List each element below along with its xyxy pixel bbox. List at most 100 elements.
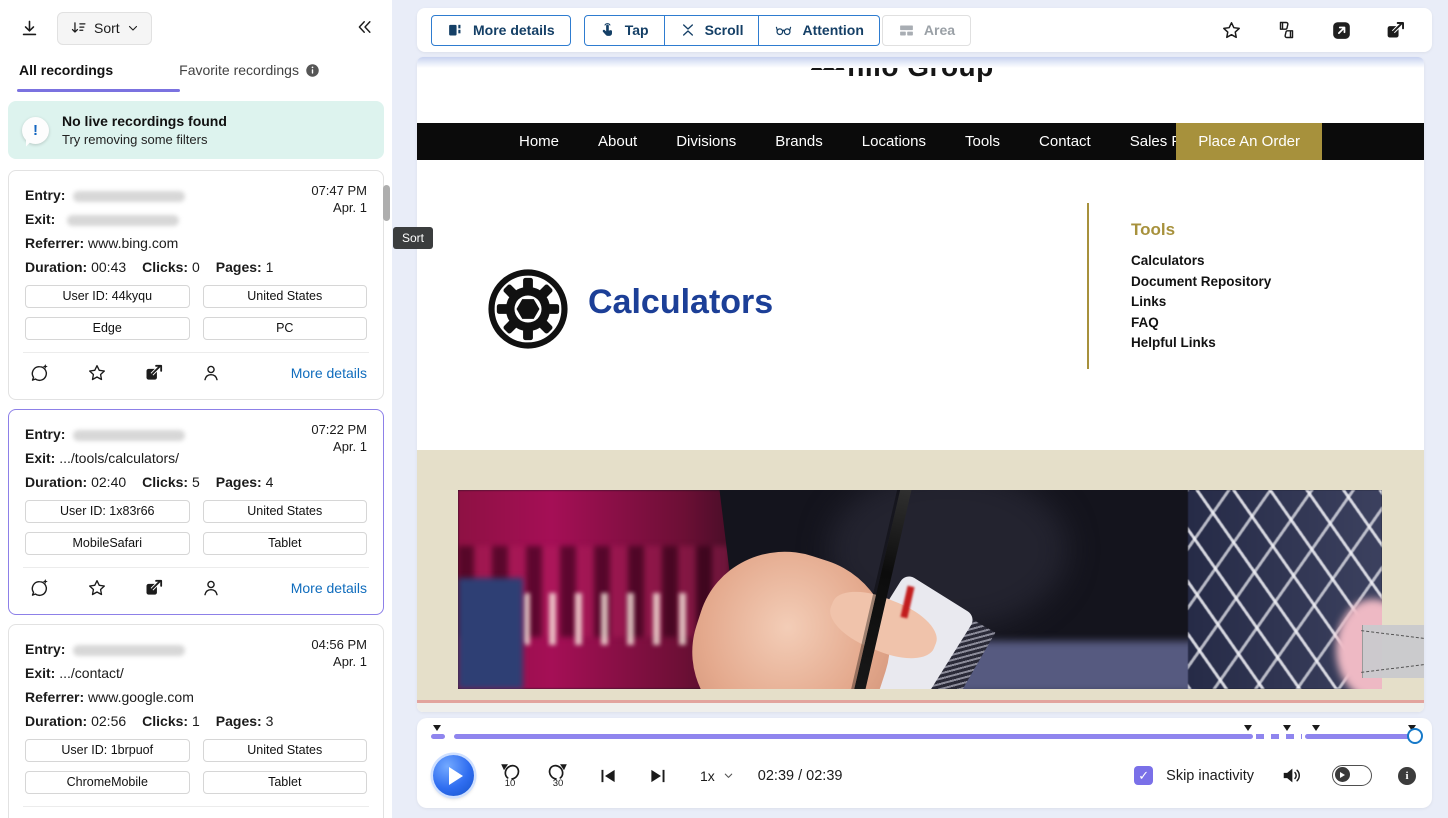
tools-menu-document-repository[interactable]: Document Repository [1131, 272, 1271, 293]
scroll-icon [680, 22, 696, 38]
no-live-recordings-alert: ! No live recordings found Try removing … [8, 101, 384, 159]
tools-menu-calculators[interactable]: Calculators [1131, 251, 1271, 272]
player-info-icon[interactable]: i [1398, 767, 1416, 785]
skip-inactivity-checkbox[interactable]: ✓ [1134, 766, 1153, 785]
rewind-10-button[interactable]: 10 [498, 763, 522, 789]
playback-bar: 10 30 1x 02:39 / 02:39 ✓ Sk [417, 718, 1432, 808]
page-footer-edge [417, 703, 1424, 712]
favorite-recording-button[interactable] [1217, 16, 1246, 45]
open-window-icon [1331, 20, 1352, 41]
pages-label: Pages: [216, 259, 262, 275]
collapse-sidebar-button[interactable] [352, 14, 378, 40]
playback-speed-dropdown[interactable]: 1x [700, 768, 734, 784]
area-label: Area [924, 22, 955, 38]
recording-card[interactable]: 07:22 PM Apr. 1 Entry: Exit: .../tools/c… [8, 409, 384, 615]
next-recording-button[interactable] [643, 763, 672, 789]
download-recordings-button[interactable] [16, 15, 43, 42]
share-button[interactable] [140, 359, 168, 387]
favorite-star-button[interactable] [83, 574, 111, 602]
clicks-label: Clicks: [142, 474, 188, 490]
recording-tags: User ID: 1x83r66United StatesMobileSafar… [25, 500, 367, 555]
share-button[interactable] [140, 813, 168, 818]
timeline-event-marker[interactable] [433, 725, 441, 731]
previous-recording-button[interactable] [594, 763, 623, 789]
clicks-label: Clicks: [142, 713, 188, 729]
tools-menu-helpful-links[interactable]: Helpful Links [1131, 333, 1271, 354]
attention-overlay-button[interactable]: Attention [759, 15, 879, 46]
forward-30-button[interactable]: 30 [546, 763, 570, 789]
recording-tag: United States [203, 739, 368, 762]
more-details-button[interactable]: More details [431, 15, 571, 46]
timeline-event-marker[interactable] [1312, 725, 1320, 731]
duration-label: Duration: [25, 259, 87, 275]
timeline-event-marker[interactable] [1283, 725, 1291, 731]
feedback-button[interactable] [1271, 15, 1302, 45]
sidebar-scrollbar[interactable] [383, 185, 390, 221]
scroll-label: Scroll [705, 22, 744, 38]
star-icon [87, 363, 107, 383]
nav-divisions[interactable]: Divisions [676, 133, 736, 150]
timeline-segment [454, 734, 1254, 739]
redacted-entry-url [73, 645, 185, 656]
tap-overlay-button[interactable]: Tap [584, 15, 665, 46]
nav-about[interactable]: About [598, 133, 637, 150]
open-in-new-window-button[interactable] [1327, 16, 1356, 45]
tools-side-menu: Tools Calculators Document Repository Li… [1087, 203, 1271, 369]
volume-button[interactable] [1277, 762, 1306, 789]
nav-contact[interactable]: Contact [1039, 133, 1091, 150]
tab-favorite-recordings[interactable]: Favorite recordings [177, 56, 322, 92]
copilot-summary-button[interactable] [25, 574, 54, 603]
timeline-playhead[interactable] [1407, 728, 1423, 744]
nav-tools[interactable]: Tools [965, 133, 1000, 150]
nav-brands[interactable]: Brands [775, 133, 823, 150]
share-recording-button[interactable] [1381, 16, 1410, 45]
favorite-star-button[interactable] [83, 359, 111, 387]
tools-menu-faq[interactable]: FAQ [1131, 313, 1271, 334]
tools-menu-links[interactable]: Links [1131, 292, 1271, 313]
more-details-link[interactable]: More details [291, 580, 367, 596]
sort-button[interactable]: Sort [57, 12, 152, 45]
recording-time: 04:56 PM [311, 636, 367, 653]
sort-tooltip: Sort [393, 227, 433, 249]
tap-icon [600, 22, 616, 38]
recording-card[interactable]: 07:47 PM Apr. 1 Entry: Exit: Referrer: w… [8, 170, 384, 400]
nav-place-an-order[interactable]: Place An Order [1176, 123, 1322, 160]
share-button[interactable] [140, 574, 168, 602]
timeline-event-marker[interactable] [1244, 725, 1252, 731]
double-chevron-left-icon [356, 18, 374, 36]
rewind-seconds-label: 10 [498, 778, 522, 789]
play-button[interactable] [433, 755, 474, 796]
player-controls: 10 30 1x 02:39 / 02:39 ✓ Sk [433, 755, 1416, 796]
toolbar-right-actions [1217, 15, 1418, 45]
cursor-area-overlay [1362, 625, 1424, 678]
autoplay-toggle[interactable] [1332, 765, 1372, 786]
copilot-summary-button[interactable] [25, 813, 54, 818]
more-details-link[interactable]: More details [291, 365, 367, 381]
recording-tag: ChromeMobile [25, 771, 190, 794]
recording-tag: MobileSafari [25, 532, 190, 555]
copilot-summary-button[interactable] [25, 359, 54, 388]
user-sessions-button[interactable] [197, 813, 225, 818]
entry-label: Entry: [25, 641, 65, 657]
download-icon [20, 19, 39, 38]
scroll-overlay-button[interactable]: Scroll [665, 15, 760, 46]
favorite-star-button[interactable] [83, 813, 111, 818]
area-overlay-button[interactable]: Area [882, 15, 971, 46]
user-sessions-button[interactable] [197, 359, 225, 387]
photo-layer [458, 578, 523, 689]
tap-label: Tap [625, 22, 649, 38]
nav-locations[interactable]: Locations [862, 133, 926, 150]
nav-home[interactable]: Home [519, 133, 559, 150]
site-navbar: Home About Divisions Brands Locations To… [417, 123, 1424, 160]
timeline-track[interactable] [431, 734, 1416, 739]
redacted-entry-url [73, 430, 185, 441]
calculators-gear-icon [487, 268, 569, 350]
attention-glasses-icon [774, 22, 793, 38]
details-view-icon [447, 22, 464, 39]
thumbs-up-down-icon [1275, 19, 1298, 41]
recording-card[interactable]: 04:56 PM Apr. 1 Entry: Exit: .../contact… [8, 624, 384, 818]
replay-toolbar: More details Tap Scroll Attention Area [417, 8, 1432, 52]
tab-all-recordings[interactable]: All recordings [17, 56, 115, 92]
user-sessions-button[interactable] [197, 574, 225, 602]
recording-date: Apr. 1 [311, 653, 367, 670]
